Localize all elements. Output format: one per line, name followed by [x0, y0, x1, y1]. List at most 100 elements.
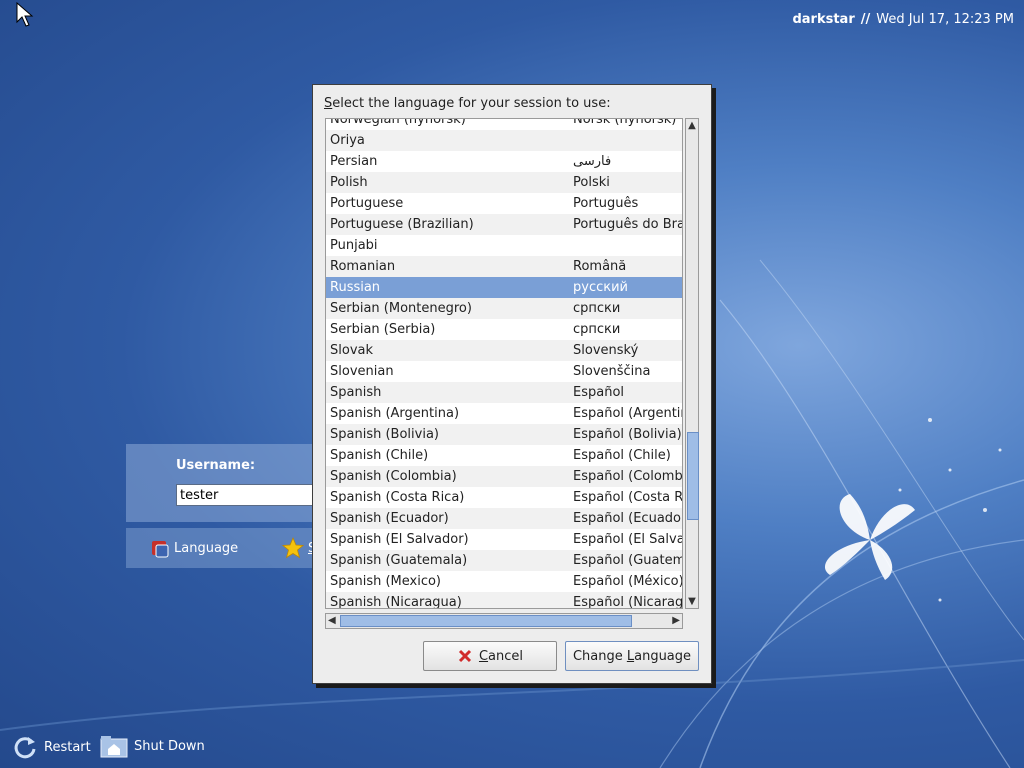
hostname: darkstar: [792, 12, 855, 27]
restart-label: Restart: [44, 739, 91, 755]
language-english-name: Russian: [330, 280, 381, 295]
language-english-name: Spanish (Costa Rica): [330, 490, 465, 505]
language-rows: Norwegian (nynorsk) Norsk (nynorsk) Oriya P…: [326, 118, 682, 609]
language-native-name: Español: [573, 385, 625, 400]
language-native-name: Español (Ecuador): [573, 511, 682, 526]
language-english-name: Polish: [330, 175, 368, 190]
cancel-button[interactable]: Cancel: [423, 641, 557, 671]
language-row[interactable]: Serbian (Montenegro) српски: [326, 298, 682, 319]
language-english-name: Portuguese: [330, 196, 404, 211]
language-row[interactable]: Spanish (Chile) Español (Chile): [326, 445, 682, 466]
language-native-name: русский: [573, 280, 628, 295]
language-row[interactable]: Slovenian Slovenščina: [326, 361, 682, 382]
vertical-scrollbar[interactable]: ▲ ▼: [685, 118, 699, 609]
language-row[interactable]: Spanish (Guatemala) Español (Guatemala): [326, 550, 682, 571]
restart-button[interactable]: Restart: [12, 734, 91, 760]
datetime: Wed Jul 17, 12:23 PM: [876, 12, 1014, 27]
language-row[interactable]: Persian فارسی: [326, 151, 682, 172]
language-native-name: српски: [573, 301, 621, 316]
scroll-down-icon[interactable]: ▼: [686, 596, 698, 607]
language-row[interactable]: Spanish (Mexico) Español (México): [326, 571, 682, 592]
language-row[interactable]: Norwegian (nynorsk) Norsk (nynorsk): [326, 118, 682, 130]
language-native-name: Slovenský: [573, 343, 639, 358]
language-row[interactable]: Russian русский: [326, 277, 682, 298]
language-native-name: Español (El Salvador): [573, 532, 682, 547]
language-native-name: Português do Brasil: [573, 217, 682, 232]
language-native-name: Slovenščina: [573, 364, 651, 379]
language-row[interactable]: Spanish (Colombia) Español (Colombia): [326, 466, 682, 487]
cancel-icon: [458, 649, 472, 663]
language-native-name: Español (Nicaragua): [573, 595, 682, 609]
cancel-label: Cancel: [478, 648, 524, 664]
horizontal-scroll-thumb[interactable]: [340, 615, 632, 627]
home-folder-icon: [100, 736, 128, 758]
language-native-name: Norsk (nynorsk): [573, 118, 677, 127]
username-input[interactable]: [176, 484, 316, 506]
language-english-name: Spanish (Bolivia): [330, 427, 439, 442]
language-native-name: Español (Guatemala): [573, 553, 682, 568]
language-dialog: Select the language for your session to …: [312, 84, 712, 684]
language-english-name: Persian: [330, 154, 378, 169]
horizontal-scrollbar[interactable]: ◀ ▶: [325, 613, 683, 629]
separator: //: [860, 12, 871, 27]
options-panel: Language S: [126, 528, 316, 568]
language-english-name: Slovak: [330, 343, 374, 358]
language-row[interactable]: Spanish (Nicaragua) Español (Nicaragua): [326, 592, 682, 609]
restart-icon: [14, 737, 36, 759]
shutdown-label: Shut Down: [134, 738, 205, 754]
scroll-left-icon[interactable]: ◀: [328, 615, 336, 626]
username-label: Username:: [176, 458, 256, 473]
language-row[interactable]: Slovak Slovenský: [326, 340, 682, 361]
language-native-name: Español (Costa Rica): [573, 490, 682, 505]
language-native-name: فارسی: [573, 154, 612, 169]
language-english-name: Spanish: [330, 385, 382, 400]
language-row[interactable]: Portuguese (Brazilian) Português do Brasi…: [326, 214, 682, 235]
language-english-name: Spanish (Chile): [330, 448, 429, 463]
language-english-name: Portuguese (Brazilian): [330, 217, 474, 232]
language-english-name: Spanish (Mexico): [330, 574, 442, 589]
language-english-name: Slovenian: [330, 364, 394, 379]
language-english-name: Punjabi: [330, 238, 378, 253]
scroll-up-icon[interactable]: ▲: [686, 120, 698, 131]
dialog-title: Select the language for your session to …: [324, 96, 611, 111]
language-row[interactable]: Punjabi: [326, 235, 682, 256]
change-language-button[interactable]: Change Language: [565, 641, 699, 671]
language-native-name: Português: [573, 196, 639, 211]
language-english-name: Spanish (Ecuador): [330, 511, 449, 526]
language-row[interactable]: Spanish (El Salvador) Español (El Salvado…: [326, 529, 682, 550]
flower-icon: [824, 494, 915, 580]
language-row[interactable]: Spanish (Argentina) Español (Argentina): [326, 403, 682, 424]
shutdown-button[interactable]: Shut Down: [100, 734, 205, 758]
change-language-label: Change Language: [572, 648, 692, 664]
language-english-name: Spanish (El Salvador): [330, 532, 469, 547]
language-row[interactable]: Spanish (Costa Rica) Español (Costa Rica): [326, 487, 682, 508]
language-english-name: Serbian (Montenegro): [330, 301, 472, 316]
language-english-name: Serbian (Serbia): [330, 322, 436, 337]
language-english-name: Oriya: [330, 133, 365, 148]
language-row[interactable]: Romanian Română: [326, 256, 682, 277]
language-row[interactable]: Spanish (Bolivia) Español (Bolivia): [326, 424, 682, 445]
language-row[interactable]: Spanish (Ecuador) Español (Ecuador): [326, 508, 682, 529]
language-row[interactable]: Spanish Español: [326, 382, 682, 403]
scroll-right-icon[interactable]: ▶: [672, 615, 680, 626]
language-row[interactable]: Polish Polski: [326, 172, 682, 193]
language-english-name: Romanian: [330, 259, 396, 274]
language-english-name: Spanish (Guatemala): [330, 553, 468, 568]
language-row[interactable]: Portuguese Português: [326, 193, 682, 214]
language-icon: [152, 541, 169, 558]
language-native-name: Español (Bolivia): [573, 427, 682, 442]
language-row[interactable]: Serbian (Serbia) српски: [326, 319, 682, 340]
language-native-name: Español (Argentina): [573, 406, 682, 421]
language-list[interactable]: Norwegian (nynorsk) Norsk (nynorsk) Oriya P…: [325, 118, 683, 609]
language-english-name: Spanish (Argentina): [330, 406, 460, 421]
language-native-name: Română: [573, 259, 627, 274]
vertical-scroll-thumb[interactable]: [687, 432, 699, 520]
language-native-name: Español (Colombia): [573, 469, 682, 484]
language-option[interactable]: Language: [150, 538, 238, 558]
language-row[interactable]: Oriya: [326, 130, 682, 151]
mouse-pointer-icon: [16, 2, 34, 27]
language-english-name: Spanish (Nicaragua): [330, 595, 462, 609]
language-native-name: српски: [573, 322, 621, 337]
top-info-bar: darkstar // Wed Jul 17, 12:23 PM: [792, 12, 1014, 27]
language-label: Language: [174, 540, 239, 556]
